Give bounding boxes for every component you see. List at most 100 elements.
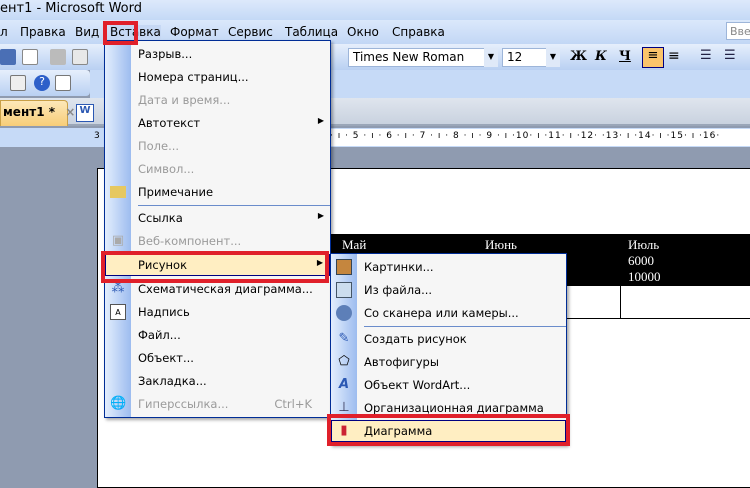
menu-file[interactable]: л [0,25,8,39]
submenu-arrow-icon: ▶ [317,211,324,220]
item-label: Из файла... [364,283,433,297]
table-border [620,286,621,318]
wordart-icon: A [338,377,350,392]
italic-button[interactable]: К [595,49,607,64]
size-dropdown-icon[interactable]: ▼ [546,48,560,67]
help-icon[interactable]: ? [34,75,50,91]
clip-art-icon [336,259,352,275]
item-label: Разрыв... [138,47,193,61]
comment-icon [110,186,126,198]
from-file-icon [336,282,352,298]
item-label: Объект WordArt... [364,378,471,392]
menu-item-comment[interactable]: Примечание [105,181,330,203]
menu-item-field: Поле... [105,135,330,157]
menu-item-text-box[interactable]: A Надпись [105,301,330,323]
annotation-box-chart [327,414,570,446]
menu-item-file[interactable]: Файл... [105,324,330,346]
menu-separator [138,205,330,206]
table-header-june: Июнь [485,237,517,252]
table-cell: 6000 [628,253,654,268]
menu-item-object[interactable]: Объект... [105,347,330,369]
menu-window[interactable]: Окно [347,25,379,39]
item-label: Файл... [138,328,181,342]
menu-item-hyperlink: 🌐 Гиперссылка... Ctrl+K [105,393,330,415]
email-icon[interactable] [10,75,26,91]
item-label: Символ... [138,162,195,176]
print-preview-icon[interactable] [72,49,88,65]
item-label: Надпись [138,305,190,319]
annotation-box-picture [101,251,329,283]
item-label: Картинки... [364,260,434,274]
bullet-list-button[interactable]: ☰ [724,48,736,63]
item-label: Гиперссылка... [138,397,229,411]
menu-table[interactable]: Таблица [285,25,338,39]
font-dropdown-icon[interactable]: ▼ [484,48,498,67]
table-cell: 10000 [628,269,661,284]
menu-item-reference[interactable]: Ссылка ▶ [105,207,330,229]
item-label: Схематическая диаграмма... [138,282,313,296]
web-component-icon: ▣ [111,233,125,248]
bold-button[interactable]: Ж [570,49,587,64]
insert-menu: Разрыв... Номера страниц... Дата и время… [104,40,331,418]
item-label: Дата и время... [138,93,231,107]
help-search-input[interactable]: Вве [726,22,750,40]
item-label: Автотекст [138,116,201,130]
item-label: Со сканера или камеры... [364,306,519,320]
menu-help[interactable]: Справка [392,25,445,39]
tab-document[interactable]: мент1 * × [0,100,75,126]
hyperlink-icon: 🌐 [110,396,127,411]
submenu-item-scanner[interactable]: Со сканера или камеры... [331,302,566,324]
menu-separator [364,326,566,327]
submenu-arrow-icon: ▶ [317,116,324,125]
menu-tools[interactable]: Сервис [228,25,273,39]
item-label: Примечание [138,185,214,199]
item-label: Создать рисунок [364,332,467,346]
item-label: Веб-компонент... [138,234,242,248]
menu-item-symbol: Символ... [105,158,330,180]
align-left-button[interactable]: ≡ [642,47,664,68]
close-tab-icon[interactable]: × [65,105,75,119]
secondary-toolbar: ? [0,70,90,96]
item-label: Объект... [138,351,194,365]
menu-item-web-component: ▣ Веб-компонент... [105,230,330,252]
submenu-item-from-file[interactable]: Из файла... [331,279,566,301]
save-icon[interactable] [0,49,16,65]
submenu-item-wordart[interactable]: A Объект WordArt... [331,374,566,396]
tab-label: мент1 * [3,105,55,119]
submenu-item-new-drawing[interactable]: ✎ Создать рисунок [331,328,566,350]
item-label: Организационная диаграмма [364,401,544,415]
item-label: Закладка... [138,374,207,388]
underline-button[interactable]: Ч [619,49,631,64]
item-label: Ссылка [138,211,183,225]
permission-icon[interactable] [22,49,38,65]
menu-view[interactable]: Вид [75,25,99,39]
text-box-icon: A [110,304,126,320]
table-header-july: Июль [628,237,660,252]
menu-item-date-time: Дата и время... [105,89,330,111]
submenu-item-autoshapes[interactable]: ⬠ Автофигуры [331,351,566,373]
scanner-icon [336,305,352,321]
shortcut-label: Ctrl+K [274,397,312,411]
align-center-button[interactable]: ≡ [668,48,680,64]
item-label: Номера страниц... [138,70,249,84]
menu-edit[interactable]: Правка [20,25,66,39]
item-label: Поле... [138,139,180,153]
diagram-icon: ⁂ [111,281,125,296]
new-drawing-icon: ✎ [338,331,350,346]
menu-format[interactable]: Формат [170,25,219,39]
submenu-item-clip-art[interactable]: Картинки... [331,256,566,278]
font-name-select[interactable]: Times New Roman [348,48,498,67]
item-label: Автофигуры [364,355,439,369]
annotation-box-insert [103,21,138,45]
word-doc-icon[interactable]: W [76,104,94,122]
ruler-scale: · ı · 5 · ı · 6 · ı · 7 · ı · 8 · ı · 9 … [330,129,750,146]
numbered-list-button[interactable]: ☰ [700,48,712,63]
menu-item-autotext[interactable]: Автотекст ▶ [105,112,330,134]
print-icon[interactable] [50,49,66,65]
edit-icon[interactable] [55,75,71,91]
window-title: ент1 - Microsoft Word [0,1,143,16]
menu-item-bookmark[interactable]: Закладка... [105,370,330,392]
title-bar: ент1 - Microsoft Word [0,0,750,20]
menu-item-page-numbers[interactable]: Номера страниц... [105,66,330,88]
menu-item-break[interactable]: Разрыв... [105,43,330,65]
